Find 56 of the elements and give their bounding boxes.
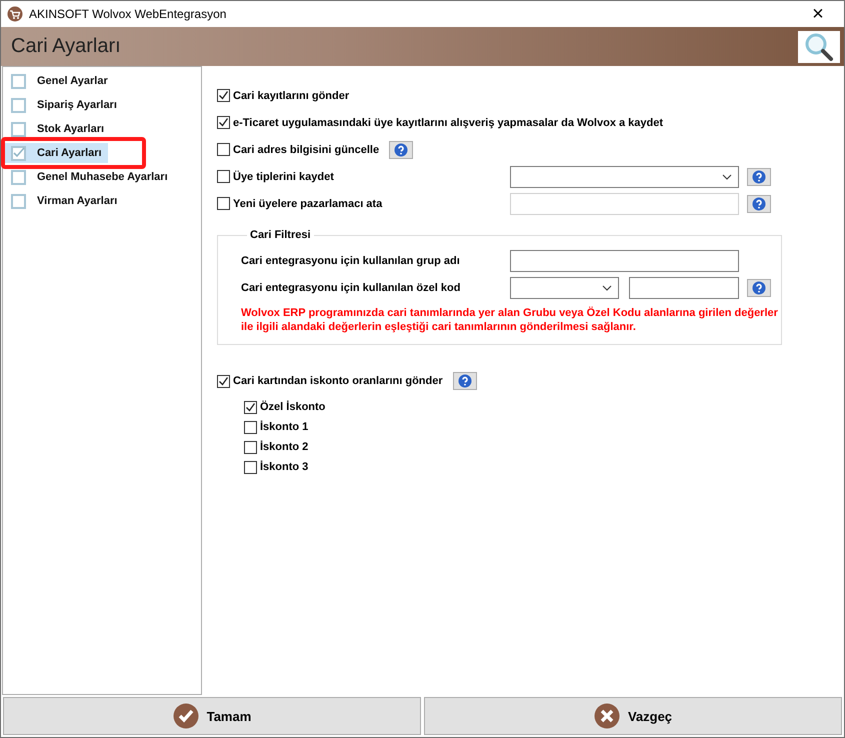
checkbox[interactable] (244, 420, 257, 434)
checkbox[interactable] (217, 89, 230, 102)
checkbox-label[interactable]: Özel İskonto (244, 397, 844, 417)
checkbox-label[interactable]: Cari kartından iskonto oranlarını gönder (217, 374, 443, 388)
field-label: Cari entegrasyonu için kullanılan özel kod (241, 282, 462, 294)
checkbox[interactable] (244, 460, 257, 474)
help-button[interactable] (389, 140, 414, 158)
help-button[interactable] (747, 278, 771, 296)
checkbox[interactable] (217, 143, 230, 156)
dropdown[interactable] (510, 166, 739, 188)
checkbox-label[interactable]: İskonto 2 (244, 437, 844, 457)
close-button[interactable]: × (798, 1, 838, 27)
cancel-button[interactable]: Vazgeç (424, 697, 842, 735)
checkbox-icon (11, 170, 26, 184)
close-icon (594, 703, 620, 729)
warning-text: Wolvox ERP programınızda cari tanımlarında yer alan Grubu veya Özel Kodu alanlarına girilen değerler ile ilgili alandaki değerlerin eşleştiği cari tanımlarının gönderilmesi sağlanır. (241, 306, 779, 334)
input-field[interactable] (510, 250, 739, 272)
field-label: Cari entegrasyonu için kullanılan grup adı (241, 254, 461, 266)
sidebar-item[interactable]: Cari Ayarları (3, 143, 108, 163)
sidebar-item[interactable]: Genel Ayarlar (3, 71, 114, 91)
help-button[interactable] (452, 372, 477, 390)
sidebar-item[interactable]: Genel Muhasebe Ayarları (3, 167, 174, 187)
help-button[interactable] (747, 168, 771, 186)
checkbox[interactable] (217, 197, 230, 210)
checkbox-label[interactable]: Cari kayıtlarını gönder (217, 89, 771, 102)
ok-button[interactable]: Tamam (3, 697, 421, 735)
page-title: Cari Ayarları (11, 35, 121, 58)
checkmark-icon (172, 703, 199, 729)
checkbox-icon (11, 194, 26, 208)
search-button[interactable] (798, 30, 840, 62)
help-button[interactable] (747, 194, 771, 212)
input-field[interactable] (629, 276, 739, 298)
checkbox-icon (11, 98, 26, 112)
checkbox[interactable] (244, 440, 257, 454)
window-title: AKINSOFT Wolvox WebEntegrasyon (29, 7, 228, 21)
checkbox[interactable] (217, 170, 230, 183)
checkbox-icon (11, 122, 26, 136)
checkbox-icon (11, 74, 26, 88)
checkbox-label[interactable]: Cari adres bilgisini güncelle (217, 140, 502, 158)
dropdown[interactable] (510, 276, 619, 298)
checkbox-label[interactable]: e-Ticaret uygulamasındaki üye kayıtlarını alışveriş yapmasalar da Wolvox a kaydet (217, 116, 771, 129)
checkbox-label[interactable]: Üye tiplerini kaydet (217, 170, 502, 183)
checkbox[interactable] (217, 374, 230, 388)
group-title: Cari Filtresi (249, 229, 312, 241)
checkbox-label[interactable]: İskonto 1 (244, 417, 844, 437)
checkbox-label[interactable]: Yeni üyelere pazarlamacı ata (217, 197, 502, 210)
checkbox[interactable] (217, 116, 230, 129)
checkbox-label[interactable]: İskonto 3 (244, 457, 844, 477)
sidebar-item[interactable]: Virman Ayarları (3, 191, 124, 211)
checkbox-icon (11, 146, 26, 160)
cart-icon (7, 6, 23, 22)
chevron-icon (722, 174, 732, 180)
sidebar-item[interactable]: Stok Ayarları (3, 119, 110, 139)
chevron-icon (602, 284, 612, 290)
sidebar-item[interactable]: Sipariş Ayarları (3, 95, 123, 115)
checkbox[interactable] (244, 400, 257, 414)
